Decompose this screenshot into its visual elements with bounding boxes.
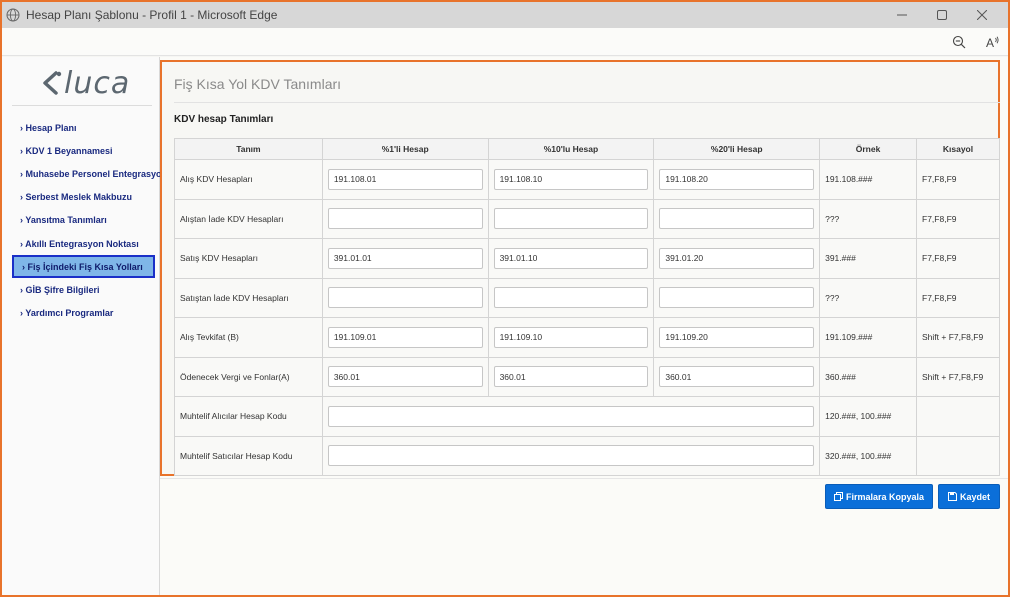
copy-to-companies-button[interactable]: Firmalara Kopyala [825, 484, 933, 509]
sidebar-item-yansitma[interactable]: › Yansıtma Tanımları [12, 209, 155, 232]
save-icon [947, 492, 957, 501]
table-row: Alış KDV Hesapları 191.108.### F7,F8,F9 [174, 159, 1000, 200]
row-label: Alış Tevkifat (B) [174, 317, 323, 358]
account-1-input[interactable] [327, 168, 483, 190]
shortcut-cell: F7,F8,F9 [916, 277, 1000, 318]
account-10-input[interactable] [493, 208, 649, 230]
content-divider [160, 478, 1008, 479]
row-label: Alış KDV Hesapları [174, 159, 323, 200]
sidebar-item-akilli-entegrasyon[interactable]: › Akıllı Entegrasyon Noktası [12, 232, 155, 255]
browser-window: Hesap Planı Şablonu - Profil 1 - Microso… [0, 0, 1010, 597]
save-button-label: Kaydet [959, 491, 990, 502]
svg-text:A: A [986, 36, 994, 49]
account-20-input[interactable] [659, 208, 815, 230]
close-icon[interactable] [962, 2, 1002, 28]
row-label: Satış KDV Hesapları [174, 238, 323, 279]
table-row: Satış KDV Hesapları 391.### F7,F8,F9 [174, 238, 1000, 279]
browser-toolbar: A [2, 28, 1008, 56]
title-divider [174, 102, 1000, 103]
row-label: Ödenecek Vergi ve Fonlar(A) [174, 356, 323, 397]
account-1-input[interactable] [327, 326, 483, 348]
luca-logo: luca [42, 65, 131, 101]
sidebar-item-hesap-plani[interactable]: › Hesap Planı [12, 116, 155, 139]
account-10-input[interactable] [493, 326, 649, 348]
section-title: KDV hesap Tanımları [174, 114, 274, 125]
account-20-input[interactable] [659, 168, 815, 190]
window-title: Hesap Planı Şablonu - Profil 1 - Microso… [26, 8, 278, 22]
shortcut-cell: Shift + F7,F8,F9 [916, 317, 1000, 358]
read-aloud-icon[interactable]: A [982, 32, 1004, 52]
shortcut-cell [916, 396, 1000, 437]
account-1-input[interactable] [327, 208, 483, 230]
sidebar-item-fis-kisa-yollari[interactable]: › Fiş İçindeki Fiş Kısa Yolları [12, 255, 155, 279]
row-label: Muhtelif Alıcılar Hesap Kodu [174, 396, 323, 437]
example-cell: ??? [819, 277, 918, 318]
account-10-input[interactable] [493, 366, 649, 388]
zoom-out-icon[interactable] [948, 32, 970, 52]
example-cell: 191.109.### [819, 317, 918, 358]
table-row: Satıştan İade KDV Hesapları ??? F7,F8,F9 [174, 277, 1000, 318]
title-bar: Hesap Planı Şablonu - Profil 1 - Microso… [2, 2, 1008, 28]
kdv-definitions-panel: Fiş Kısa Yol KDV Tanımları KDV hesap Tan… [160, 60, 1000, 476]
row-label: Muhtelif Satıcılar Hesap Kodu [174, 435, 323, 476]
kdv-table: Tanım %1'li Hesap %10'lu Hesap %20'li He… [174, 138, 1000, 476]
shortcut-cell: F7,F8,F9 [916, 159, 1000, 200]
page-title: Fiş Kısa Yol KDV Tanımları [174, 76, 342, 92]
account-20-input[interactable] [659, 326, 815, 348]
minimize-icon[interactable] [882, 2, 922, 28]
sidebar-item-yardimci-programlar[interactable]: › Yardımcı Programlar [12, 302, 155, 325]
table-row: Alış Tevkifat (B) 191.109.### Shift + F7… [174, 317, 1000, 358]
account-1-input[interactable] [327, 287, 483, 309]
logo-mark-icon [43, 71, 62, 95]
table-row: Alıştan İade KDV Hesapları ??? F7,F8,F9 [174, 198, 1000, 239]
sidebar-menu: › Hesap Planı › KDV 1 Beyannamesi › Muha… [12, 116, 167, 325]
sidebar-item-muhasebe-personel[interactable]: › Muhasebe Personel Entegrasyon [12, 162, 167, 185]
shortcut-cell: Shift + F7,F8,F9 [916, 356, 1000, 397]
column-header: %1'li Hesap [321, 138, 489, 160]
muhtelif-saticilar-input[interactable] [327, 445, 815, 467]
globe-icon [6, 8, 20, 22]
account-1-input[interactable] [327, 366, 483, 388]
sidebar-item-kdv-beyannamesi[interactable]: › KDV 1 Beyannamesi [12, 139, 155, 162]
example-cell: ??? [819, 198, 918, 239]
column-header: %20'li Hesap [653, 138, 821, 160]
sidebar: luca › Hesap Planı › KDV 1 Beyannamesi ›… [2, 57, 167, 595]
example-cell: 120.###, 100.### [819, 396, 918, 437]
table-row: Muhtelif Alıcılar Hesap Kodu 120.###, 10… [174, 396, 1000, 437]
account-20-input[interactable] [659, 287, 815, 309]
row-label: Satıştan İade KDV Hesapları [174, 277, 323, 318]
column-header: Örnek [819, 138, 918, 160]
table-header-row: Tanım %1'li Hesap %10'lu Hesap %20'li He… [174, 138, 1000, 160]
shortcut-cell [916, 435, 1000, 476]
shortcut-cell: F7,F8,F9 [916, 198, 1000, 239]
column-header: %10'lu Hesap [487, 138, 655, 160]
account-1-input[interactable] [327, 247, 483, 269]
account-10-input[interactable] [493, 168, 649, 190]
maximize-icon[interactable] [922, 2, 962, 28]
example-cell: 191.108.### [819, 159, 918, 200]
sidebar-divider [12, 105, 152, 106]
sidebar-item-gib-sifre[interactable]: › GİB Şifre Bilgileri [12, 278, 155, 301]
sidebar-item-serbest-meslek[interactable]: › Serbest Meslek Makbuzu [12, 186, 155, 209]
column-header: Kısayol [916, 138, 1000, 160]
copy-icon [833, 492, 843, 501]
account-10-input[interactable] [493, 287, 649, 309]
account-20-input[interactable] [659, 366, 815, 388]
save-button[interactable]: Kaydet [938, 484, 1000, 509]
table-row: Muhtelif Satıcılar Hesap Kodu 320.###, 1… [174, 435, 1000, 476]
page-content: luca › Hesap Planı › KDV 1 Beyannamesi ›… [2, 57, 1008, 595]
account-10-input[interactable] [493, 247, 649, 269]
example-cell: 391.### [819, 238, 918, 279]
account-20-input[interactable] [659, 247, 815, 269]
row-label: Alıştan İade KDV Hesapları [174, 198, 323, 239]
muhtelif-alicilar-input[interactable] [327, 405, 815, 427]
copy-button-label: Firmalara Kopyala [845, 491, 925, 502]
example-cell: 320.###, 100.### [819, 435, 918, 476]
logo-text: luca [64, 65, 131, 101]
shortcut-cell: F7,F8,F9 [916, 238, 1000, 279]
column-header: Tanım [174, 138, 323, 160]
table-row: Ödenecek Vergi ve Fonlar(A) 360.### Shif… [174, 356, 1000, 397]
example-cell: 360.### [819, 356, 918, 397]
